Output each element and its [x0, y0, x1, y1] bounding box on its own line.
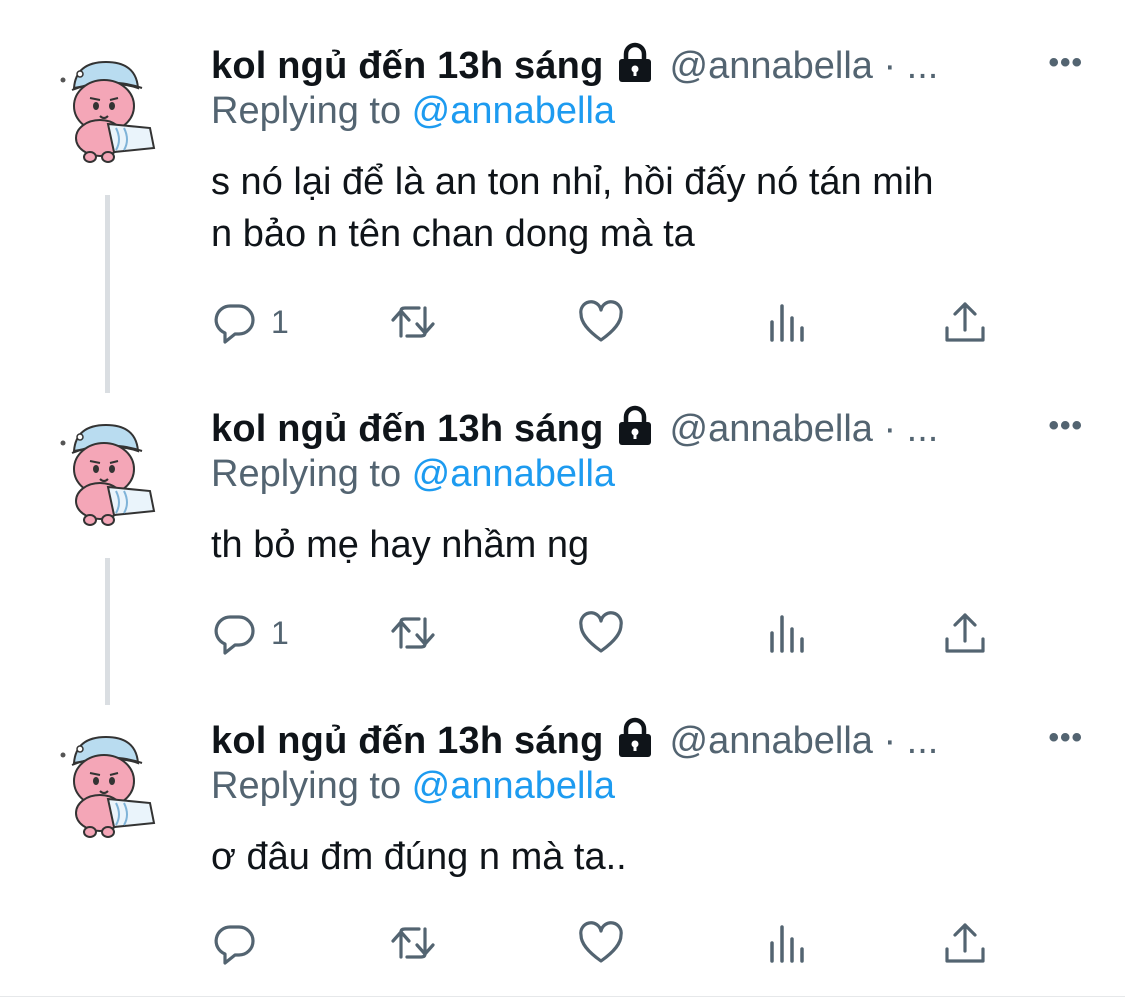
share-icon [945, 923, 985, 963]
retweet-button[interactable] [389, 605, 437, 661]
avatar[interactable] [56, 54, 166, 164]
like-button[interactable] [577, 605, 625, 661]
tweet-text: s nó lại để là an ton nhỉ, hồi đấy nó tá… [211, 156, 1091, 260]
share-button[interactable] [941, 605, 989, 661]
avatar[interactable] [56, 417, 166, 527]
views-button[interactable] [764, 605, 812, 661]
tweet-header: kol ngủ đến 13h sáng @annabella · ... [211, 405, 939, 450]
lock-icon [614, 42, 656, 84]
heart-icon [579, 921, 623, 963]
reply-count: 1 [271, 614, 289, 651]
reply-button[interactable]: 1 [211, 294, 289, 350]
tweet-text-line: ơ đâu đm đúng n mà ta.. [211, 836, 627, 878]
tweet-actions: 1 [211, 294, 1011, 350]
replying-mention[interactable]: @annabella [412, 453, 615, 495]
author-handle[interactable]: @annabella · ... [670, 720, 939, 762]
author-name[interactable]: kol ngủ đến 13h sáng [211, 45, 604, 87]
tweet-text-line: th bỏ mẹ hay nhầm ng [211, 524, 590, 566]
heart-icon [579, 300, 623, 342]
tweet[interactable]: kol ngủ đến 13h sáng @annabella · ... •••… [0, 405, 1125, 675]
more-icon[interactable]: ••• [1048, 405, 1083, 447]
share-icon [945, 302, 985, 342]
reply-button[interactable]: 1 [211, 605, 289, 661]
like-button[interactable] [577, 294, 625, 350]
retweet-button[interactable] [389, 915, 437, 971]
tweet-text: ơ đâu đm đúng n mà ta.. [211, 831, 1091, 883]
replying-mention[interactable]: @annabella [412, 765, 615, 807]
retweet-icon [391, 306, 435, 338]
tweet-actions [211, 915, 1011, 971]
tweet-text-line: s nó lại để là an ton nhỉ, hồi đấy nó tá… [211, 161, 934, 203]
reply-icon [214, 304, 255, 344]
lock-icon [614, 717, 656, 759]
more-icon[interactable]: ••• [1048, 42, 1083, 84]
author-handle[interactable]: @annabella · ... [670, 408, 939, 450]
author-handle[interactable]: @annabella · ... [670, 45, 939, 87]
retweet-button[interactable] [389, 294, 437, 350]
author-name[interactable]: kol ngủ đến 13h sáng [211, 408, 604, 450]
views-icon [770, 925, 804, 963]
lock-icon [614, 405, 656, 447]
share-button[interactable] [941, 915, 989, 971]
replying-prefix: Replying to [211, 453, 412, 495]
avatar[interactable] [56, 729, 166, 839]
reply-count: 1 [271, 303, 289, 340]
like-button[interactable] [577, 915, 625, 971]
retweet-icon [391, 927, 435, 959]
more-icon[interactable]: ••• [1048, 717, 1083, 759]
tweet-text: th bỏ mẹ hay nhầm ng [211, 519, 1091, 571]
views-icon [770, 304, 804, 342]
tweet-header: kol ngủ đến 13h sáng @annabella · ... [211, 42, 939, 87]
views-button[interactable] [764, 294, 812, 350]
reply-button[interactable] [211, 915, 271, 971]
views-icon [770, 615, 804, 653]
replying-prefix: Replying to [211, 90, 412, 132]
share-icon [945, 613, 985, 653]
heart-icon [579, 611, 623, 653]
replying-to: Replying to @annabella [211, 765, 615, 808]
author-name[interactable]: kol ngủ đến 13h sáng [211, 720, 604, 762]
tweet[interactable]: kol ngủ đến 13h sáng @annabella · ... •••… [0, 717, 1125, 987]
reply-icon [214, 925, 255, 965]
tweet-actions: 1 [211, 605, 1011, 661]
tweet[interactable]: kol ngủ đến 13h sáng @annabella · ... •••… [0, 42, 1125, 362]
share-button[interactable] [941, 294, 989, 350]
tweet-text-line: n bảo n tên chan dong mà ta [211, 213, 695, 255]
replying-to: Replying to @annabella [211, 90, 615, 133]
bottom-divider [0, 996, 1125, 997]
replying-mention[interactable]: @annabella [412, 90, 615, 132]
tweet-header: kol ngủ đến 13h sáng @annabella · ... [211, 717, 939, 762]
replying-to: Replying to @annabella [211, 453, 615, 496]
views-button[interactable] [764, 915, 812, 971]
replying-prefix: Replying to [211, 765, 412, 807]
retweet-icon [391, 617, 435, 649]
reply-icon [214, 615, 255, 655]
